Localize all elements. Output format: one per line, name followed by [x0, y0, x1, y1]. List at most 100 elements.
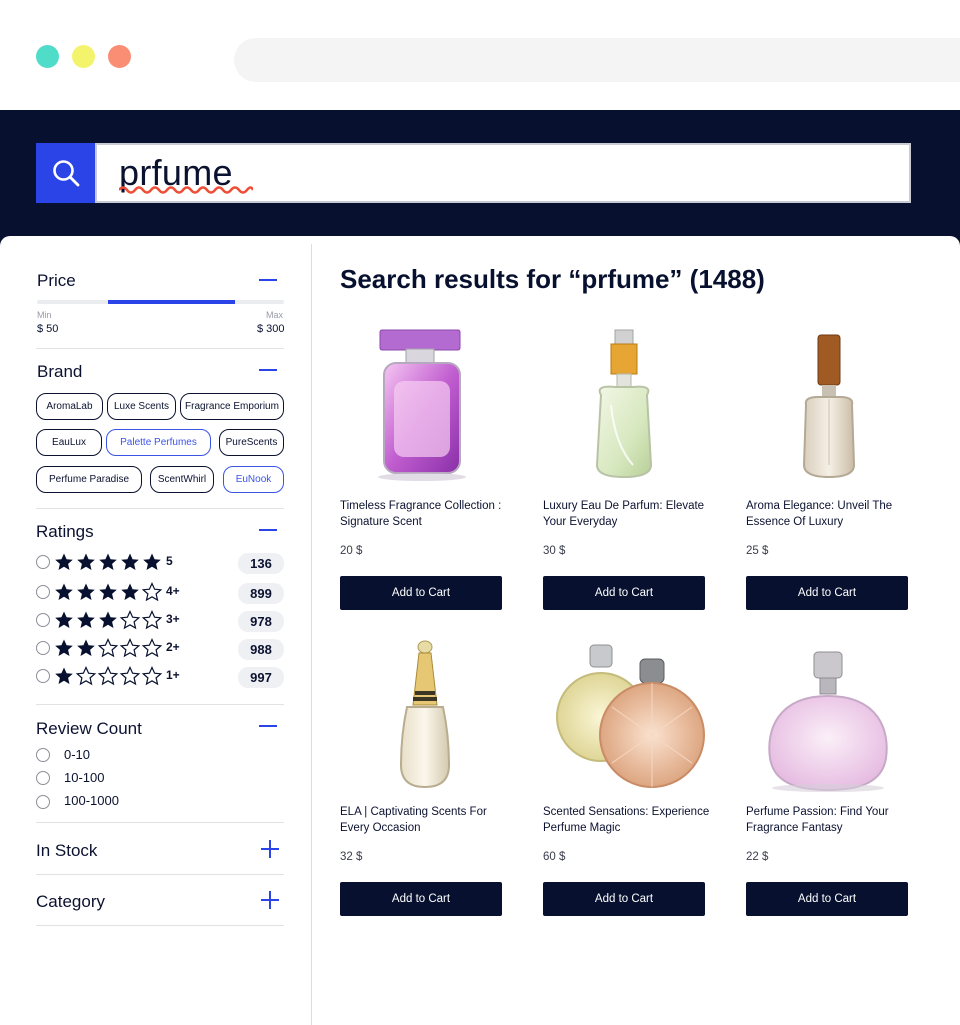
search-input[interactable]: prfume: [95, 143, 911, 203]
review-count-radio-0-10[interactable]: [36, 748, 50, 762]
product-price: 32 $: [340, 851, 363, 863]
results-heading: Search results for “prfume” (1488): [340, 264, 765, 294]
brand-chip-perfume-paradise[interactable]: Perfume Paradise: [36, 466, 142, 493]
rating-stars: [53, 610, 163, 630]
review-count-option-label: 10-100: [64, 770, 105, 785]
brand-chip-fragrance-emporium[interactable]: Fragrance Emporium: [180, 393, 284, 420]
price-min-label: Min: [37, 310, 52, 320]
address-bar[interactable]: [234, 38, 960, 82]
product-name[interactable]: Aroma Elegance: Unveil The Essence Of Lu…: [746, 498, 921, 530]
rating-radio-1[interactable]: [36, 669, 50, 683]
star-filled-icon: [143, 553, 161, 570]
category-filter-title: Category: [36, 892, 105, 911]
perfume-bottle-slim-clear-icon[interactable]: [748, 325, 908, 485]
product-name[interactable]: Luxury Eau De Parfum: Elevate Your Every…: [543, 498, 718, 530]
rating-count-badge: 997: [238, 667, 284, 688]
rating-threshold-label: 5: [166, 554, 173, 568]
rating-stars: [53, 552, 163, 572]
star-filled-icon: [77, 583, 95, 600]
price-collapse-icon[interactable]: [259, 279, 277, 281]
rating-radio-3[interactable]: [36, 613, 50, 627]
rating-radio-2[interactable]: [36, 641, 50, 655]
perfume-bottle-spray-green-icon[interactable]: [545, 325, 705, 485]
product-price: 60 $: [543, 851, 566, 863]
star-filled-icon: [121, 553, 139, 570]
product-name[interactable]: ELA | Captivating Scents For Every Occas…: [340, 804, 515, 836]
rating-stars: [53, 582, 163, 602]
perfume-bottles-crystal-pair-icon[interactable]: [550, 635, 710, 795]
search-button[interactable]: [36, 143, 95, 203]
brand-chip-aromalab[interactable]: AromaLab: [36, 393, 103, 420]
rating-threshold-label: 2+: [166, 640, 180, 654]
product-name[interactable]: Timeless Fragrance Collection : Signatur…: [340, 498, 515, 530]
rating-threshold-label: 3+: [166, 612, 180, 626]
in-stock-expand-icon[interactable]: [261, 840, 279, 858]
star-outline-icon: [141, 582, 163, 602]
review-count-radio-100-1000[interactable]: [36, 795, 50, 809]
brand-chip-purescents[interactable]: PureScents: [219, 429, 284, 456]
star-outline-icon: [119, 666, 141, 686]
price-max-label: Max: [266, 310, 284, 320]
brand-chip-eaulux[interactable]: EauLux: [36, 429, 102, 456]
add-to-cart-button[interactable]: Add to Cart: [340, 882, 502, 916]
star-filled-icon: [55, 667, 73, 684]
browser-chrome: [0, 0, 960, 110]
perfume-bottle-round-pink-icon[interactable]: [748, 640, 908, 800]
price-range-fill[interactable]: [108, 300, 235, 304]
window-maximize-dot[interactable]: [108, 45, 131, 68]
add-to-cart-button[interactable]: Add to Cart: [543, 576, 705, 610]
add-to-cart-button[interactable]: Add to Cart: [746, 882, 908, 916]
star-filled-icon: [99, 583, 117, 600]
site-header: prfume: [0, 110, 960, 250]
review-count-filter-title: Review Count: [36, 719, 142, 738]
brand-filter-title: Brand: [37, 362, 83, 381]
product-name[interactable]: Perfume Passion: Find Your Fragrance Fan…: [746, 804, 921, 836]
star-outline-icon: [97, 666, 119, 686]
perfume-bottle-gold-cone-icon[interactable]: [345, 635, 505, 795]
filter-separator: [36, 822, 284, 823]
filter-separator: [36, 874, 284, 875]
perfume-bottle-square-purple-icon[interactable]: [340, 325, 500, 485]
brand-chip-eunook[interactable]: EuNook: [223, 466, 284, 493]
review-count-collapse-icon[interactable]: [259, 725, 277, 727]
product-price: 30 $: [543, 545, 566, 557]
price-filter-title: Price: [37, 271, 76, 290]
star-outline-icon: [75, 666, 97, 686]
spellcheck-underline: [119, 186, 253, 194]
rating-count-badge: 978: [238, 611, 284, 632]
rating-threshold-label: 4+: [166, 584, 180, 598]
star-outline-icon: [97, 638, 119, 658]
window-close-dot[interactable]: [36, 45, 59, 68]
rating-stars: [53, 638, 163, 658]
brand-chip-palette-perfumes[interactable]: Palette Perfumes: [106, 429, 211, 456]
rating-radio-5[interactable]: [36, 555, 50, 569]
add-to-cart-button[interactable]: Add to Cart: [340, 576, 502, 610]
filter-separator: [36, 508, 284, 509]
star-outline-icon: [141, 638, 163, 658]
star-filled-icon: [99, 611, 117, 628]
ratings-collapse-icon[interactable]: [259, 529, 277, 531]
star-outline-icon: [141, 610, 163, 630]
add-to-cart-button[interactable]: Add to Cart: [746, 576, 908, 610]
review-count-option-label: 100-1000: [64, 793, 119, 808]
brand-chip-luxe-scents[interactable]: Luxe Scents: [107, 393, 176, 420]
review-count-radio-10-100[interactable]: [36, 771, 50, 785]
rating-stars: [53, 666, 163, 686]
brand-chip-scentwhirl[interactable]: ScentWhirl: [150, 466, 214, 493]
add-to-cart-button[interactable]: Add to Cart: [543, 882, 705, 916]
filter-separator: [36, 925, 284, 926]
star-filled-icon: [99, 553, 117, 570]
star-filled-icon: [121, 583, 139, 600]
star-filled-icon: [77, 611, 95, 628]
sidebar-divider: [311, 244, 312, 1025]
category-expand-icon[interactable]: [261, 891, 279, 909]
rating-radio-4[interactable]: [36, 585, 50, 599]
rating-count-badge: 988: [238, 639, 284, 660]
window-minimize-dot[interactable]: [72, 45, 95, 68]
star-filled-icon: [55, 639, 73, 656]
filter-separator: [36, 704, 284, 705]
search-icon: [52, 160, 79, 187]
rating-count-badge: 899: [238, 583, 284, 604]
brand-collapse-icon[interactable]: [259, 369, 277, 371]
product-name[interactable]: Scented Sensations: Experience Perfume M…: [543, 804, 718, 836]
